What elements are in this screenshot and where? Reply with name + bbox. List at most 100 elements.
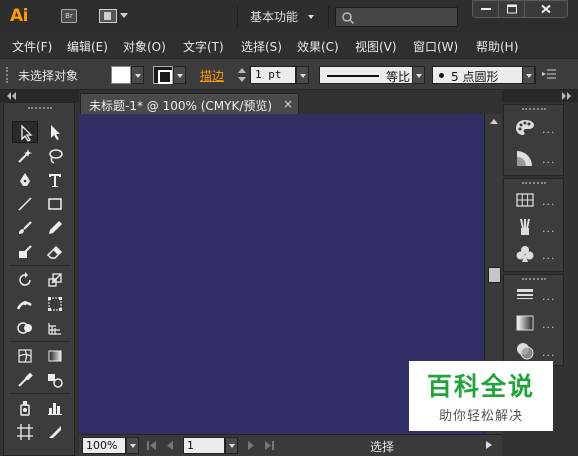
brush-label: 5 点圆形 bbox=[451, 70, 499, 84]
grip-handle[interactable] bbox=[522, 278, 546, 281]
menu-help[interactable]: 帮助(H) bbox=[476, 38, 518, 55]
minimize-button[interactable] bbox=[472, 0, 499, 18]
color-panel-button[interactable] bbox=[514, 117, 536, 139]
stroke-panel-link[interactable]: 描边 bbox=[200, 67, 224, 84]
magic-wand-icon bbox=[18, 149, 32, 163]
panel-menu-icon[interactable] bbox=[542, 69, 556, 79]
menu-select[interactable]: 选择(S) bbox=[241, 38, 282, 55]
width-tool[interactable] bbox=[12, 293, 38, 315]
stroke-weight-stepper[interactable] bbox=[236, 66, 248, 84]
first-artboard-icon[interactable] bbox=[147, 441, 157, 450]
rotate-icon bbox=[19, 272, 31, 286]
scroll-up-icon[interactable] bbox=[490, 119, 498, 124]
close-window-button[interactable] bbox=[524, 0, 568, 18]
stroke-panel-button[interactable] bbox=[514, 284, 536, 306]
profile-dropdown[interactable] bbox=[412, 66, 425, 84]
brush-definition[interactable]: 5 点圆形 bbox=[432, 66, 536, 84]
selection-status: 未选择对象 bbox=[18, 69, 79, 83]
scrollbar-thumb[interactable] bbox=[488, 267, 501, 283]
type-tool[interactable] bbox=[42, 169, 68, 191]
bridge-button[interactable]: Br bbox=[61, 9, 77, 23]
panel-more[interactable]: ... bbox=[542, 318, 556, 331]
panel-more[interactable]: ... bbox=[542, 195, 556, 208]
eraser-tool[interactable] bbox=[42, 241, 68, 263]
scale-tool[interactable] bbox=[42, 269, 68, 291]
tool-status[interactable]: 选择 bbox=[370, 438, 394, 455]
arrange-documents-button[interactable] bbox=[99, 9, 129, 23]
artboard-number-field[interactable]: 1 bbox=[183, 437, 225, 454]
transparency-panel-button[interactable] bbox=[514, 340, 536, 362]
menu-view[interactable]: 视图(V) bbox=[355, 38, 397, 55]
lasso-tool[interactable] bbox=[42, 145, 68, 167]
gradient-panel-button[interactable] bbox=[514, 312, 536, 334]
panel-more[interactable]: ... bbox=[542, 249, 556, 262]
brushes-panel-button[interactable] bbox=[514, 216, 536, 238]
gradient-icon bbox=[48, 350, 62, 362]
stroke-weight-field[interactable]: 1 pt bbox=[250, 66, 296, 84]
zoom-field[interactable]: 100% bbox=[82, 437, 126, 454]
free-transform-tool[interactable] bbox=[42, 293, 68, 315]
panel-more[interactable]: ... bbox=[542, 153, 556, 166]
panel-more[interactable]: ... bbox=[542, 290, 556, 303]
grip-handle[interactable] bbox=[28, 107, 52, 110]
rotate-tool[interactable] bbox=[12, 269, 38, 291]
brush-dot-icon bbox=[439, 73, 444, 78]
menu-file[interactable]: 文件(F) bbox=[12, 38, 52, 55]
watermark-subtitle: 助你轻松解决 bbox=[438, 409, 523, 424]
brush-dropdown[interactable] bbox=[522, 66, 535, 84]
search-input[interactable] bbox=[335, 7, 458, 27]
paintbrush-tool[interactable] bbox=[12, 217, 38, 239]
stroke-dropdown[interactable] bbox=[173, 66, 186, 84]
artboard-tool[interactable] bbox=[12, 421, 38, 443]
last-artboard-icon[interactable] bbox=[264, 441, 274, 450]
direct-selection-tool[interactable] bbox=[42, 121, 68, 143]
width-icon bbox=[16, 301, 32, 310]
magic-wand-tool[interactable] bbox=[12, 145, 38, 167]
swatches-panel-button[interactable] bbox=[514, 189, 536, 211]
toolbox-collapse-strip[interactable] bbox=[0, 90, 79, 102]
artboard-dropdown[interactable] bbox=[225, 437, 238, 454]
document-tab[interactable]: 未标题-1* @ 100% (CMYK/预览) × bbox=[80, 93, 299, 114]
color-guide-button[interactable] bbox=[514, 147, 536, 169]
panel-more[interactable]: ... bbox=[542, 123, 556, 136]
shape-builder-tool[interactable] bbox=[12, 317, 38, 339]
gradient-tool[interactable] bbox=[42, 345, 68, 367]
grip-handle[interactable] bbox=[522, 182, 546, 185]
menu-type[interactable]: 文字(T) bbox=[183, 38, 224, 55]
close-document-button[interactable]: × bbox=[283, 97, 293, 111]
grip-handle[interactable] bbox=[522, 108, 546, 111]
line-tool[interactable] bbox=[12, 193, 38, 215]
workspace-switcher[interactable]: 基本功能 bbox=[250, 8, 298, 25]
blend-tool[interactable] bbox=[42, 369, 68, 391]
grip-handle[interactable] bbox=[6, 67, 8, 83]
fill-dropdown[interactable] bbox=[131, 66, 144, 84]
selection-tool[interactable] bbox=[12, 121, 38, 143]
eyedropper-tool[interactable] bbox=[12, 369, 38, 391]
panel-more[interactable]: ... bbox=[542, 346, 556, 359]
column-graph-tool[interactable] bbox=[42, 397, 68, 419]
blob-brush-tool[interactable] bbox=[12, 241, 38, 263]
fill-swatch[interactable] bbox=[111, 66, 131, 84]
pen-tool[interactable] bbox=[12, 169, 38, 191]
pencil-tool[interactable] bbox=[42, 217, 68, 239]
menu-object[interactable]: 对象(O) bbox=[123, 38, 166, 55]
stroke-weight-dropdown[interactable] bbox=[296, 66, 309, 84]
stroke-swatch[interactable] bbox=[153, 66, 173, 84]
menu-effect[interactable]: 效果(C) bbox=[297, 38, 339, 55]
previous-artboard-icon[interactable] bbox=[165, 441, 175, 450]
symbols-panel-button[interactable] bbox=[514, 243, 536, 265]
menu-window[interactable]: 窗口(W) bbox=[413, 38, 458, 55]
rectangle-tool[interactable] bbox=[42, 193, 68, 215]
mesh-tool[interactable] bbox=[12, 345, 38, 367]
maximize-button[interactable] bbox=[498, 0, 525, 18]
perspective-grid-tool[interactable] bbox=[42, 317, 68, 339]
status-menu-icon[interactable] bbox=[486, 441, 492, 449]
zoom-dropdown[interactable] bbox=[126, 437, 139, 454]
next-artboard-icon[interactable] bbox=[246, 441, 256, 450]
variable-width-profile[interactable]: 等比 bbox=[319, 66, 425, 84]
symbol-sprayer-tool[interactable] bbox=[12, 397, 38, 419]
panels-collapse-strip[interactable] bbox=[502, 90, 578, 102]
slice-tool[interactable] bbox=[42, 421, 68, 443]
menu-edit[interactable]: 编辑(E) bbox=[67, 38, 108, 55]
panel-more[interactable]: ... bbox=[542, 222, 556, 235]
